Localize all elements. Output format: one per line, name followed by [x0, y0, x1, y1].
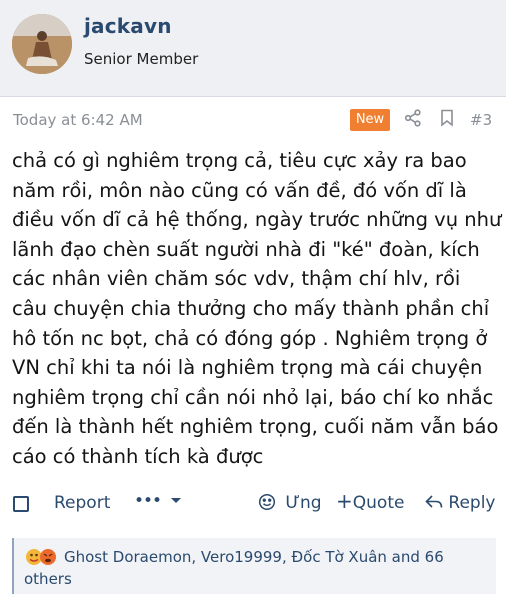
post-actions: Report ••• Ưng +Quote Reply [0, 488, 506, 520]
plus-icon: + [336, 489, 353, 513]
post-line: cáo có thành tích kà được [12, 444, 264, 468]
more-dots: ••• [134, 491, 162, 511]
post-line: lãnh đạo chèn suất người nhà đi "ké" đoà… [12, 237, 480, 261]
react-button[interactable]: Ưng [258, 493, 322, 513]
quote-button[interactable]: +Quote [336, 491, 405, 513]
smiley-icon [258, 493, 276, 511]
post-header: jackavn Senior Member [0, 0, 506, 97]
report-button[interactable]: Report [54, 493, 110, 513]
post-line: điều vốn dĩ cả hệ thống, ngày trước nhữn… [12, 208, 502, 232]
post-line: năm rồi, môn nào cũng có vấn đề, đó vốn … [12, 178, 467, 202]
reactions-names[interactable]: Ghost Doraemon, Vero19999, Đốc Tờ Xuân a… [64, 548, 444, 566]
post-line: chả có gì nghiêm trọng cả, tiêu cực xảy … [12, 149, 467, 172]
reply-icon [425, 495, 443, 508]
user-title: Senior Member [84, 50, 199, 68]
post-line: VN chỉ khi ta nói là nghiêm trọng mà cái… [12, 356, 483, 380]
post-line: nghiêm trọng chỉ cần nói nhỏ lại, báo ch… [12, 385, 494, 409]
post-meta: Today at 6:42 AM New #3 [0, 104, 506, 134]
quote-label: Quote [352, 493, 405, 513]
post-line: các nhân viên chăm sóc vdv, thậm chí hlv… [12, 267, 461, 291]
reactions-text[interactable]: Ghost Doraemon, Vero19999, Đốc Tờ Xuân a… [24, 546, 484, 590]
react-label: Ưng [285, 493, 322, 513]
reply-button[interactable]: Reply [425, 493, 496, 513]
share-icon[interactable] [404, 109, 422, 131]
post-line: đến là thành hết nghiêm trọng, cuối năm … [12, 415, 499, 439]
post-number[interactable]: #3 [470, 111, 492, 129]
select-checkbox[interactable] [13, 496, 29, 512]
reactions-line: others [24, 570, 72, 588]
bookmark-icon[interactable] [439, 109, 455, 131]
username[interactable]: jackavn [84, 14, 172, 38]
chevron-down-icon [170, 498, 181, 503]
new-badge: New [350, 109, 390, 131]
more-options-button[interactable]: ••• [134, 491, 182, 511]
reply-label: Reply [448, 493, 496, 513]
reactions-bar[interactable]: Ghost Doraemon, Vero19999, Đốc Tờ Xuân a… [12, 538, 496, 594]
post-body: chả có gì nghiêm trọng cả, tiêu cực xảy … [12, 146, 502, 472]
reactions-line: Ghost Doraemon, Vero19999, Đốc Tờ Xuân a… [24, 546, 484, 568]
post-timestamp[interactable]: Today at 6:42 AM [13, 111, 143, 129]
post-line: câu chuyện chia thưởng cho mấy thành phầ… [12, 296, 490, 320]
post-line: hô tốn nc bọt, chả có đóng góp . Nghiêm … [12, 326, 488, 350]
avatar[interactable] [12, 14, 72, 74]
